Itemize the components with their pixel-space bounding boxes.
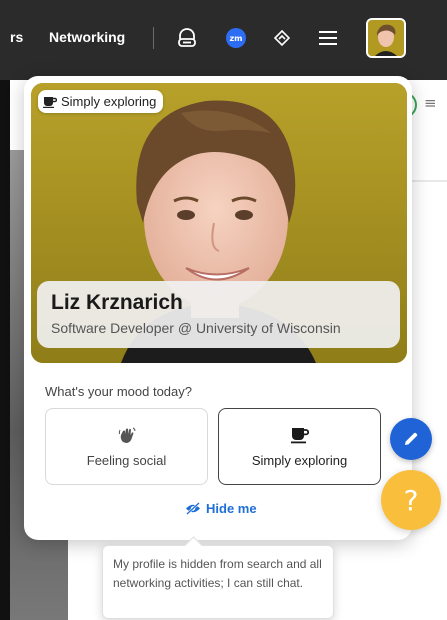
hide-me-label: Hide me	[206, 501, 257, 516]
list-view-icon[interactable]: ≡	[424, 94, 437, 112]
nav-link-networking[interactable]: Networking	[49, 29, 125, 45]
eye-slash-icon	[186, 502, 200, 515]
profile-name-card: Liz Krznarich Software Developer @ Unive…	[37, 281, 400, 348]
user-avatar[interactable]	[366, 18, 406, 58]
mood-option-simply-exploring[interactable]: Simply exploring	[218, 408, 381, 485]
help-button[interactable]: ?	[381, 470, 441, 530]
hide-me-tooltip: My profile is hidden from search and all…	[102, 545, 334, 619]
zoom-badge: zm	[226, 28, 246, 48]
mood-status-tag: Simply exploring	[38, 90, 164, 113]
hide-me-link[interactable]: Hide me	[185, 501, 257, 516]
mood-option-label: Simply exploring	[251, 452, 348, 468]
profile-name: Liz Krznarich	[51, 291, 183, 314]
coffee-cup-icon	[43, 96, 57, 108]
background-divider	[410, 180, 447, 182]
tooltip-text: My profile is hidden from search and all…	[113, 557, 322, 590]
profile-title: Software Developer @ University of Wisco…	[51, 320, 341, 336]
pencil-icon	[405, 432, 418, 445]
headset-icon[interactable]	[173, 24, 201, 52]
coffee-cup-icon	[290, 427, 309, 443]
waving-hand-icon	[118, 427, 135, 443]
profile-photo: Simply exploring Liz Krznarich Software …	[31, 83, 407, 363]
help-icon: ?	[403, 483, 419, 517]
menu-icon[interactable]	[314, 24, 342, 52]
top-bar: rs Networking zm	[0, 0, 447, 80]
profile-popover: Simply exploring Liz Krznarich Software …	[24, 76, 412, 540]
mood-status-label: Simply exploring	[61, 94, 157, 109]
diamond-icon[interactable]	[268, 24, 296, 52]
zoom-icon[interactable]: zm	[222, 24, 250, 52]
mood-option-feeling-social[interactable]: Feeling social	[45, 408, 208, 485]
mood-question: What's your mood today?	[45, 384, 192, 399]
mood-option-label: Feeling social	[86, 452, 167, 468]
topbar-divider	[153, 27, 154, 49]
edit-profile-button[interactable]	[390, 418, 432, 460]
background-sidebar-edge	[0, 80, 10, 620]
nav-link-truncated[interactable]: rs	[10, 29, 23, 45]
